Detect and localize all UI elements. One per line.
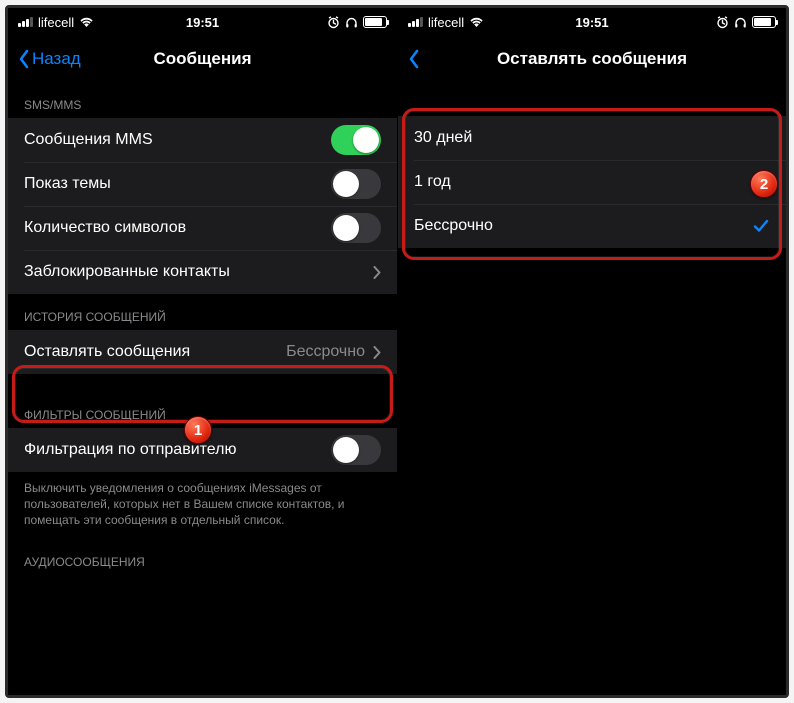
back-button[interactable]: Назад bbox=[18, 49, 81, 69]
nav-title: Оставлять сообщения bbox=[398, 49, 786, 69]
row-char-count[interactable]: Количество символов bbox=[8, 206, 397, 250]
options-scroll[interactable]: 30 дней 1 год Бессрочно 2 bbox=[398, 82, 786, 695]
headphones-icon bbox=[734, 16, 747, 29]
group-filters: Фильтрация по отправителю bbox=[8, 428, 397, 472]
chevron-left-icon bbox=[408, 49, 420, 69]
section-footer-filters: Выключить уведомления о сообщениях iMess… bbox=[8, 472, 397, 535]
cellular-signal-icon bbox=[18, 17, 33, 27]
row-filter-sender[interactable]: Фильтрация по отправителю bbox=[8, 428, 397, 472]
status-bar: lifecell 19:51 bbox=[8, 8, 397, 36]
headphones-icon bbox=[345, 16, 358, 29]
row-label: Сообщения MMS bbox=[24, 131, 331, 149]
toggle-charcount[interactable] bbox=[331, 213, 381, 243]
row-blocked-contacts[interactable]: Заблокированные контакты bbox=[8, 250, 397, 294]
carrier-label: lifecell bbox=[38, 15, 74, 30]
option-30-days[interactable]: 30 дней bbox=[398, 116, 786, 160]
screen-messages-settings: lifecell 19:51 Назад bbox=[8, 8, 397, 695]
status-bar: lifecell 19:51 bbox=[398, 8, 786, 36]
battery-icon bbox=[363, 16, 387, 28]
group-sms: Сообщения MMS Показ темы Количество симв… bbox=[8, 118, 397, 294]
alarm-icon bbox=[716, 16, 729, 29]
row-label: Количество символов bbox=[24, 219, 331, 237]
chevron-right-icon bbox=[373, 346, 381, 359]
option-1-year[interactable]: 1 год bbox=[398, 160, 786, 204]
section-header-filters: ФИЛЬТРЫ СООБЩЕНИЙ bbox=[8, 374, 397, 428]
section-header-sms: SMS/MMS bbox=[8, 82, 397, 118]
group-history: Оставлять сообщения Бессрочно bbox=[8, 330, 397, 374]
alarm-icon bbox=[327, 16, 340, 29]
battery-icon bbox=[752, 16, 776, 28]
settings-scroll[interactable]: SMS/MMS Сообщения MMS Показ темы Количес… bbox=[8, 82, 397, 695]
chevron-right-icon bbox=[373, 266, 381, 279]
toggle-filter[interactable] bbox=[331, 435, 381, 465]
section-header-audio: АУДИОСООБЩЕНИЯ bbox=[8, 535, 397, 575]
chevron-left-icon bbox=[18, 49, 30, 69]
option-label: Бессрочно bbox=[414, 217, 752, 235]
row-label: Фильтрация по отправителю bbox=[24, 441, 331, 459]
group-keep-options: 30 дней 1 год Бессрочно bbox=[398, 116, 786, 248]
row-label: Показ темы bbox=[24, 175, 331, 193]
row-label: Оставлять сообщения bbox=[24, 343, 286, 361]
carrier-label: lifecell bbox=[428, 15, 464, 30]
back-label: Назад bbox=[32, 49, 81, 69]
nav-bar: Оставлять сообщения bbox=[398, 36, 786, 82]
checkmark-icon bbox=[752, 217, 770, 235]
option-forever[interactable]: Бессрочно bbox=[398, 204, 786, 248]
row-mms[interactable]: Сообщения MMS bbox=[8, 118, 397, 162]
row-show-subject[interactable]: Показ темы bbox=[8, 162, 397, 206]
row-label: Заблокированные контакты bbox=[24, 263, 373, 281]
row-keep-messages[interactable]: Оставлять сообщения Бессрочно bbox=[8, 330, 397, 374]
wifi-icon bbox=[469, 16, 484, 28]
option-label: 1 год bbox=[414, 173, 770, 191]
toggle-subject[interactable] bbox=[331, 169, 381, 199]
back-button[interactable] bbox=[408, 49, 420, 69]
wifi-icon bbox=[79, 16, 94, 28]
cellular-signal-icon bbox=[408, 17, 423, 27]
toggle-mms[interactable] bbox=[331, 125, 381, 155]
screen-keep-messages: lifecell 19:51 Ос bbox=[397, 8, 786, 695]
row-value: Бессрочно bbox=[286, 343, 365, 361]
nav-bar: Назад Сообщения bbox=[8, 36, 397, 82]
section-header-history: ИСТОРИЯ СООБЩЕНИЙ bbox=[8, 294, 397, 330]
tutorial-frame: lifecell 19:51 Назад bbox=[5, 5, 789, 698]
option-label: 30 дней bbox=[414, 129, 770, 147]
